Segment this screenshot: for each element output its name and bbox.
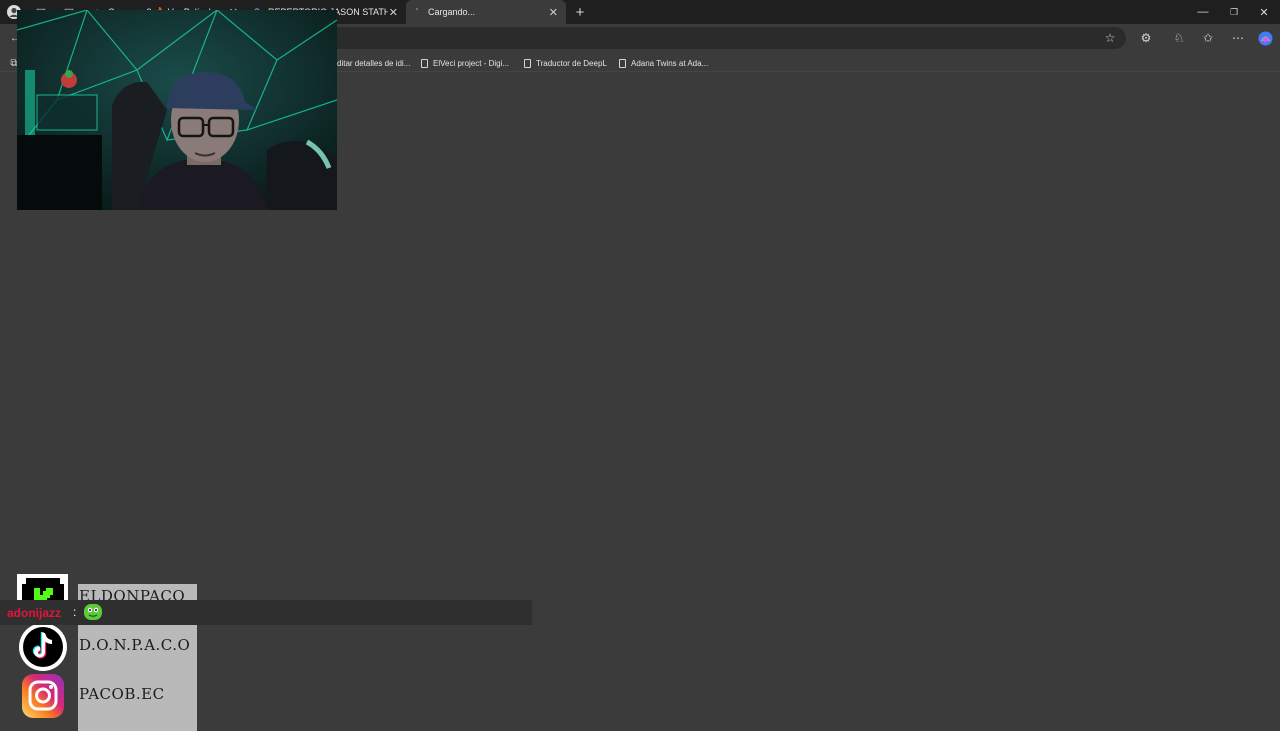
chat-separator: : [73,605,77,619]
tab-cargando[interactable]: ˚ Cargando... ✕ [406,0,566,24]
favorite-label: ElVeci project - Digi... [433,58,510,68]
chat-username: adonijazz [7,606,62,620]
favorite-label: Traductor de DeepL [536,58,607,68]
frog-emote-icon [84,604,102,620]
page-icon [421,58,428,68]
favorites-icon[interactable]: ✩ [1199,29,1217,47]
close-window-button[interactable]: ✕ [1256,4,1272,20]
favorite-item[interactable]: Adana Twins at Ada... [619,56,708,70]
instagram-handle: PACOB.EC [78,682,197,731]
new-tab-button[interactable]: + [572,4,588,21]
extensions-icon[interactable]: ⚙ [1137,29,1155,47]
webcam-overlay [17,10,337,210]
favorite-label: ditar detalles de idi... [337,58,411,68]
favorite-item[interactable]: ElVeci project - Digi... [421,56,509,70]
copilot-icon[interactable] [1256,29,1274,47]
chat-message-bar [0,600,532,625]
social-instagram: PACOB.EC [17,672,197,731]
more-options-icon[interactable]: ⋯ [1229,29,1247,47]
social-tiktok: D.O.N.P.A.C.O [17,623,197,682]
tab-title: Cargando... [428,7,476,17]
close-tab-icon[interactable]: ✕ [549,6,558,19]
browser-essentials-icon[interactable]: ♘ [1170,29,1188,47]
page-icon [619,58,626,68]
page-icon [524,58,531,68]
favorite-item[interactable]: ditar detalles de idi... [337,56,410,70]
favorite-item[interactable]: Traductor de DeepL [524,56,607,70]
webcam-feed-image [17,10,337,210]
favorite-label: Adana Twins at Ada... [631,58,709,68]
restore-button[interactable]: ❐ [1226,4,1242,20]
minimize-button[interactable]: — [1195,4,1211,20]
instagram-icon [17,672,68,720]
tiktok-icon [17,623,68,671]
loading-icon: ˚ [415,8,419,16]
favorite-star-icon[interactable]: ☆ [1101,29,1119,47]
close-tab-icon[interactable]: ✕ [389,6,398,19]
